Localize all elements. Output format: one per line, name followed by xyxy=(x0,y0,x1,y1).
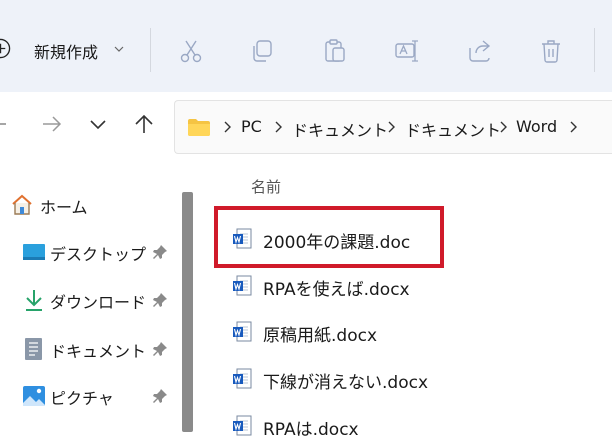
breadcrumb-documents[interactable]: ドキュメント xyxy=(292,117,388,141)
command-bar: 新規作成 xyxy=(0,0,612,93)
file-item[interactable]: 原稿用紙.docx xyxy=(222,311,602,351)
chevron-right-icon[interactable] xyxy=(274,120,284,134)
paste-icon[interactable] xyxy=(322,38,348,64)
desktop-icon xyxy=(23,244,45,260)
sidebar-item-documents[interactable]: ドキュメント xyxy=(0,329,180,369)
recent-locations-chevron-icon[interactable] xyxy=(86,112,110,136)
sidebar-item-label: ホーム xyxy=(40,198,88,217)
sidebar-item-label: デスクトップ xyxy=(50,245,147,264)
highlight-box xyxy=(214,206,444,268)
up-arrow-icon[interactable] xyxy=(132,112,156,136)
pin-icon[interactable] xyxy=(152,388,168,404)
copy-icon[interactable] xyxy=(249,38,275,64)
plus-circle-icon xyxy=(0,38,11,59)
file-item[interactable]: RPAを使えば.docx xyxy=(222,265,602,305)
sidebar-scrollbar-thumb[interactable] xyxy=(182,192,193,432)
file-name: 原稿用紙.docx xyxy=(263,326,378,346)
sidebar-item-label: ドキュメント xyxy=(50,342,147,361)
pin-icon[interactable] xyxy=(152,292,168,308)
word-document-icon xyxy=(233,321,252,342)
chevron-down-icon xyxy=(114,46,124,52)
sidebar-item-label: ダウンロード xyxy=(50,293,147,312)
address-bar[interactable]: PC ドキュメント ドキュメント Word xyxy=(174,100,612,154)
breadcrumb-word[interactable]: Word xyxy=(516,117,557,136)
chevron-right-icon[interactable] xyxy=(387,120,397,134)
pictures-icon xyxy=(23,386,45,406)
new-button-label: 新規作成 xyxy=(34,43,99,62)
toolbar-divider xyxy=(150,28,151,72)
file-name: RPAは.docx xyxy=(263,420,359,440)
sidebar-item-label: ピクチャ xyxy=(50,389,114,408)
share-icon[interactable] xyxy=(467,38,493,64)
toolbar-divider xyxy=(594,28,595,72)
pin-icon[interactable] xyxy=(152,341,168,357)
chevron-right-icon[interactable] xyxy=(499,120,509,134)
chevron-right-icon[interactable] xyxy=(223,120,233,134)
folder-icon xyxy=(188,119,210,136)
file-name: RPAを使えば.docx xyxy=(263,280,410,300)
column-header-name[interactable]: 名前 xyxy=(251,176,281,197)
file-item[interactable]: 下線が消えない.docx xyxy=(222,358,602,398)
cut-icon[interactable] xyxy=(178,38,204,64)
delete-icon[interactable] xyxy=(538,38,564,64)
word-document-icon xyxy=(233,368,252,389)
sidebar-item-desktop[interactable]: デスクトップ xyxy=(0,232,180,272)
word-document-icon xyxy=(233,415,252,436)
sidebar-item-home[interactable]: ホーム xyxy=(0,185,180,225)
breadcrumb-pc[interactable]: PC xyxy=(241,117,262,136)
chevron-right-icon[interactable] xyxy=(569,120,579,134)
back-arrow-icon[interactable] xyxy=(0,112,10,136)
breadcrumb-documents[interactable]: ドキュメント xyxy=(405,117,501,141)
pin-icon[interactable] xyxy=(152,244,168,260)
documents-icon xyxy=(25,338,42,360)
home-icon xyxy=(12,194,32,215)
file-item[interactable]: RPAは.docx xyxy=(222,405,602,445)
download-icon xyxy=(26,290,42,311)
file-name: 下線が消えない.docx xyxy=(263,373,429,393)
sidebar-item-downloads[interactable]: ダウンロード xyxy=(0,280,180,320)
rename-icon[interactable] xyxy=(394,38,420,64)
forward-arrow-icon[interactable] xyxy=(40,112,64,136)
word-document-icon xyxy=(233,275,252,296)
sidebar-item-pictures[interactable]: ピクチャ xyxy=(0,376,180,416)
